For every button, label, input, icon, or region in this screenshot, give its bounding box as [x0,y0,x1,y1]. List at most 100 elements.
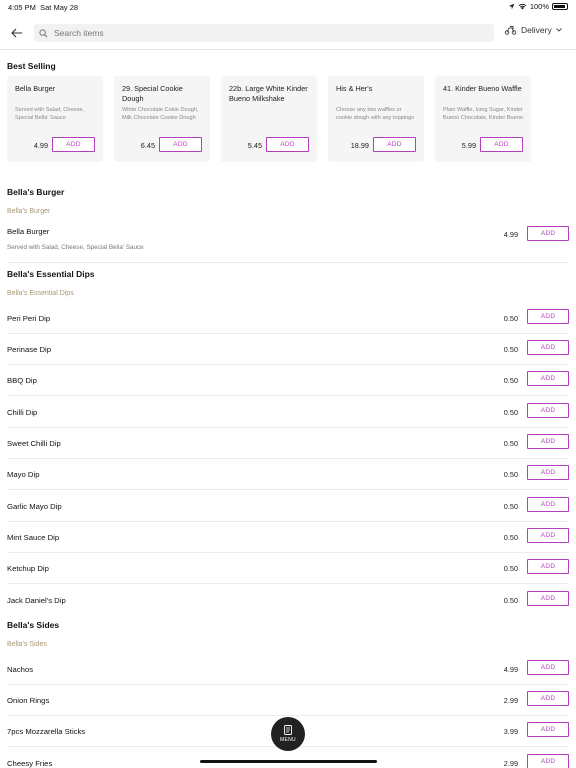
item-name: Onion Rings [7,696,50,705]
card-name: Bella Burger [15,84,56,93]
menu-button[interactable]: MENU [271,717,305,751]
add-button[interactable]: ADD [527,660,569,675]
menu-item-row[interactable]: Peri Peri Dip 0.50 ADD [7,303,569,334]
item-price: 0.50 [503,345,518,354]
section-subtitle-burger: Bella's Burger [7,208,51,215]
add-button[interactable]: ADD [527,754,569,768]
section-title-burger: Bella's Burger [7,187,65,197]
menu-item-row[interactable]: Jack Daniel's Dip 0.50 ADD [7,585,569,616]
add-button[interactable]: ADD [527,591,569,606]
add-button[interactable]: ADD [527,340,569,355]
card-description: Choose any two waffles or cookie dough w… [336,107,415,121]
item-name: 7pcs Mozzarella Sticks [7,727,86,736]
add-button[interactable]: ADD [527,559,569,574]
wifi-icon [518,3,527,10]
card-name: 41. Kinder Bueno Waffle [443,84,522,93]
item-price: 3.99 [503,727,518,736]
add-button[interactable]: ADD [527,691,569,706]
delivery-selector[interactable]: Delivery [504,25,562,35]
item-name: Jack Daniel's Dip [7,596,66,605]
best-selling-card[interactable]: 41. Kinder Bueno Waffle Plain Waffle, Ic… [435,76,531,162]
add-button[interactable]: ADD [527,465,569,480]
back-arrow-icon [11,28,22,38]
section-title-sides: Bella's Sides [7,620,60,630]
card-price: 5.45 [247,141,262,150]
item-name: BBQ Dip [7,376,37,385]
back-button[interactable] [8,23,26,43]
status-time-date: 4:05 PM Sat May 28 [8,3,78,12]
item-description: Served with Salad, Cheese, Special Bella… [7,244,144,251]
location-icon [508,3,515,10]
card-description: Served with Salad, Cheese, Special Bella… [15,107,85,121]
delivery-label: Delivery [521,25,552,35]
menu-item-row[interactable]: Nachos 4.99 ADD [7,654,569,685]
add-button[interactable]: ADD [527,226,569,241]
item-name: Bella Burger [7,227,50,236]
card-price: 18.99 [350,141,369,150]
menu-item-row[interactable]: Garlic Mayo Dip 0.50 ADD [7,491,569,522]
menu-item-row[interactable]: Sweet Chilli Dip 0.50 ADD [7,428,569,459]
item-price: 0.50 [503,502,518,511]
item-name: Perinase Dip [7,345,52,354]
card-price: 5.99 [461,141,476,150]
add-button[interactable]: ADD [266,137,309,152]
card-name: 22b. Large White Kinder Bueno Milkshake [229,84,308,103]
menu-button-label: MENU [280,737,296,743]
menu-item-row[interactable]: Mayo Dip 0.50 ADD [7,459,569,490]
menu-item-row[interactable]: Chilli Dip 0.50 ADD [7,397,569,428]
card-name: His & Her's [336,84,373,93]
best-selling-title: Best Selling [7,61,56,71]
section-subtitle-dips: Bella's Essential Dips [7,290,74,297]
card-description: Plain Waffle, Icing Sugar, Kinder Bueno … [443,107,523,121]
add-button[interactable]: ADD [527,434,569,449]
search-bar[interactable] [34,24,494,42]
item-price: 2.99 [503,696,518,705]
best-selling-card[interactable]: Bella Burger Served with Salad, Cheese, … [7,76,103,162]
top-bar: Delivery [0,18,576,50]
add-button[interactable]: ADD [527,403,569,418]
item-price: 4.99 [503,230,518,239]
menu-item-row[interactable]: Bella Burger Served with Salad, Cheese, … [7,220,569,263]
menu-item-row[interactable]: Mint Sauce Dip 0.50 ADD [7,522,569,553]
card-description [229,106,311,122]
menu-item-row[interactable]: Perinase Dip 0.50 ADD [7,334,569,365]
item-price: 0.50 [503,564,518,573]
best-selling-card[interactable]: 22b. Large White Kinder Bueno Milkshake … [221,76,317,162]
menu-item-row[interactable]: Cheesy Fries 2.99 ADD [7,748,569,768]
battery-level: 100% [529,2,549,11]
item-price: 0.50 [503,533,518,542]
add-button[interactable]: ADD [527,497,569,512]
add-button[interactable]: ADD [527,309,569,324]
item-price: 0.50 [503,439,518,448]
section-title-dips: Bella's Essential Dips [7,269,95,279]
add-button[interactable]: ADD [527,722,569,737]
search-input[interactable] [54,28,474,38]
item-name: Mayo Dip [7,470,40,479]
card-description: White Chocolate Cokie Dough, Milk Chocol… [122,107,199,121]
section-subtitle-sides: Bella's Sides [7,641,47,648]
item-name: Ketchup Dip [7,564,49,573]
best-selling-card[interactable]: His & Her's Choose any two waffles or co… [328,76,424,162]
item-price: 0.50 [503,314,518,323]
menu-item-row[interactable]: BBQ Dip 0.50 ADD [7,365,569,396]
chevron-down-icon [555,28,562,32]
add-button[interactable]: ADD [52,137,95,152]
item-name: Cheesy Fries [7,759,53,768]
status-indicators: 100% [508,2,568,11]
add-button[interactable]: ADD [159,137,202,152]
menu-item-row[interactable]: Ketchup Dip 0.50 ADD [7,553,569,584]
best-selling-card[interactable]: 29. Special Cookie Dough White Chocolate… [114,76,210,162]
add-button[interactable]: ADD [527,371,569,386]
status-bar: 4:05 PM Sat May 28 100% [0,0,576,14]
item-price: 4.99 [503,665,518,674]
item-name: Garlic Mayo Dip [7,502,62,511]
add-button[interactable]: ADD [527,528,569,543]
item-price: 0.50 [503,376,518,385]
search-icon [39,28,50,39]
menu-item-row[interactable]: Onion Rings 2.99 ADD [7,685,569,716]
add-button[interactable]: ADD [373,137,416,152]
item-name: Chilli Dip [7,408,38,417]
add-button[interactable]: ADD [480,137,523,152]
item-name: Nachos [7,665,34,674]
home-indicator[interactable] [200,760,377,763]
